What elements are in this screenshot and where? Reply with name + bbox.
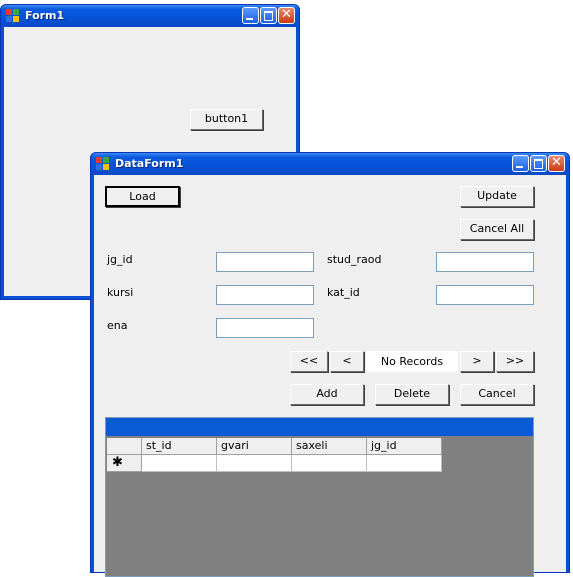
delete-button[interactable]: Delete bbox=[375, 384, 449, 405]
grid-new-row-cell[interactable] bbox=[367, 455, 442, 472]
grid-new-row-cell[interactable] bbox=[292, 455, 367, 472]
ena-field[interactable] bbox=[216, 318, 314, 338]
nav-prev-button[interactable]: < bbox=[330, 351, 364, 372]
grid-column-header[interactable]: st_id bbox=[142, 438, 217, 455]
dataform1-client: Load Update Cancel All jg_id stud_raod k… bbox=[94, 175, 566, 577]
nav-first-button[interactable]: << bbox=[290, 351, 328, 372]
form-app-icon bbox=[6, 9, 20, 23]
jg-id-field[interactable] bbox=[216, 252, 314, 272]
update-button[interactable]: Update bbox=[460, 186, 534, 207]
dataform1-window: DataForm1 ✕ Load Update Cancel All jg_id… bbox=[90, 152, 570, 577]
stud-raod-label: stud_raod bbox=[327, 253, 382, 266]
button1[interactable]: button1 bbox=[190, 109, 263, 130]
add-button[interactable]: Add bbox=[290, 384, 364, 405]
data-grid[interactable]: st_id gvari saxeli jg_id ✱ bbox=[105, 417, 534, 577]
minimize-icon[interactable] bbox=[242, 7, 259, 24]
form-app-icon bbox=[96, 157, 110, 171]
kat-id-label: kat_id bbox=[327, 286, 360, 299]
dataform1-titlebar[interactable]: DataForm1 ✕ bbox=[91, 153, 569, 175]
close-icon[interactable]: ✕ bbox=[278, 7, 295, 24]
dataform1-title: DataForm1 bbox=[115, 157, 184, 170]
maximize-icon[interactable] bbox=[260, 7, 277, 24]
grid-new-row-cell[interactable] bbox=[217, 455, 292, 472]
kursi-label: kursi bbox=[107, 286, 134, 299]
ena-label: ena bbox=[107, 319, 128, 332]
form1-titlebar[interactable]: Form1 ✕ bbox=[1, 5, 299, 27]
grid-caption-bar bbox=[106, 418, 533, 436]
grid-column-header[interactable]: jg_id bbox=[367, 438, 442, 455]
nav-next-button[interactable]: > bbox=[460, 351, 494, 372]
kat-id-field[interactable] bbox=[436, 285, 534, 305]
stud-raod-field[interactable] bbox=[436, 252, 534, 272]
jg-id-label: jg_id bbox=[107, 253, 133, 266]
cancel-button[interactable]: Cancel bbox=[460, 384, 534, 405]
record-status: No Records bbox=[366, 351, 458, 372]
grid-new-row-cell[interactable] bbox=[142, 455, 217, 472]
minimize-icon[interactable] bbox=[512, 155, 529, 172]
close-icon[interactable]: ✕ bbox=[548, 155, 565, 172]
grid-column-header[interactable]: saxeli bbox=[292, 438, 367, 455]
grid-column-header[interactable]: gvari bbox=[217, 438, 292, 455]
cancel-all-button[interactable]: Cancel All bbox=[460, 219, 534, 240]
form1-title: Form1 bbox=[25, 9, 65, 22]
maximize-icon[interactable] bbox=[530, 155, 547, 172]
grid-corner-header bbox=[107, 438, 142, 455]
new-row-marker-icon: ✱ bbox=[107, 455, 142, 472]
nav-last-button[interactable]: >> bbox=[496, 351, 534, 372]
load-button[interactable]: Load bbox=[105, 186, 180, 207]
kursi-field[interactable] bbox=[216, 285, 314, 305]
